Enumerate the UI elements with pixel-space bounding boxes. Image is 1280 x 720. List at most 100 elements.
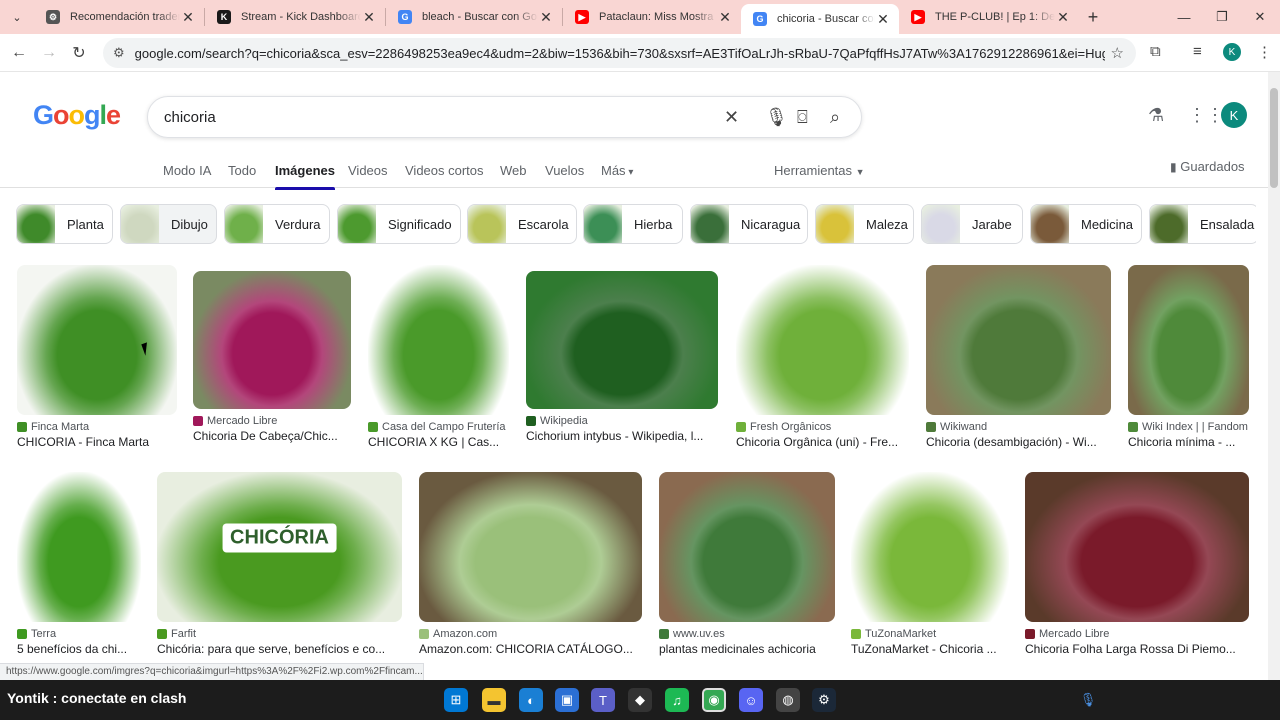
- store-icon[interactable]: ▣: [555, 688, 579, 712]
- windows-start-icon[interactable]: ⊞: [444, 688, 468, 712]
- teams-icon[interactable]: T: [591, 688, 615, 712]
- forward-arrow-icon[interactable]: →: [34, 38, 64, 68]
- result-title[interactable]: Chicoria Orgânica (uni) - Fre...: [736, 435, 909, 449]
- result-title[interactable]: Chicoria De Cabeça/Chic...: [193, 429, 351, 443]
- back-arrow-icon[interactable]: ←: [4, 38, 34, 68]
- apps-grid-icon[interactable]: ⋮⋮: [1188, 105, 1224, 126]
- result-source[interactable]: Mercado Libre: [193, 415, 351, 427]
- image-result-card[interactable]: Wikiwand Chicoria (desambigación) - Wi...: [926, 265, 1111, 449]
- close-tab-icon[interactable]: ✕: [875, 11, 891, 28]
- result-title[interactable]: Chicória: para que serve, benefícios e c…: [157, 642, 402, 656]
- browser-tab[interactable]: Gchicoria - Buscar con Goog✕: [741, 4, 899, 34]
- result-title[interactable]: CHICORIA X KG | Cas...: [368, 435, 509, 449]
- result-title[interactable]: Cichorium intybus - Wikipedia, l...: [526, 429, 718, 443]
- clear-search-icon[interactable]: ✕: [724, 107, 739, 128]
- nav-tab[interactable]: Más ▾: [601, 163, 633, 178]
- browser-menu-icon[interactable]: ⋮: [1257, 43, 1272, 61]
- image-result-card[interactable]: Wikipedia Cichorium intybus - Wikipedia, …: [526, 271, 718, 443]
- result-title[interactable]: Chicoria mínima - ...: [1128, 435, 1249, 449]
- related-chip[interactable]: Significado: [337, 204, 461, 244]
- result-thumbnail[interactable]: [1128, 265, 1249, 415]
- image-result-card[interactable]: Fresh Orgânicos Chicoria Orgânica (uni) -…: [736, 265, 909, 449]
- browser-tab[interactable]: K Stream - Kick Dashboard ✕: [205, 0, 385, 34]
- result-thumbnail[interactable]: [193, 271, 351, 409]
- result-thumbnail[interactable]: [17, 472, 141, 622]
- scrollbar-thumb[interactable]: [1270, 88, 1278, 188]
- result-title[interactable]: TuZonaMarket - Chicoria ...: [851, 642, 1009, 656]
- close-tab-icon[interactable]: ✕: [180, 9, 196, 26]
- new-tab-button[interactable]: +: [1079, 7, 1107, 28]
- image-result-card[interactable]: Mercado Libre Chicoria Folha Larga Rossa …: [1025, 472, 1249, 656]
- discord-icon[interactable]: ☺: [739, 688, 763, 712]
- minimize-icon[interactable]: —: [1165, 0, 1203, 34]
- close-window-icon[interactable]: ✕: [1241, 0, 1279, 34]
- edge-icon[interactable]: ◐: [519, 688, 543, 712]
- spotify-icon[interactable]: ♫: [665, 688, 689, 712]
- reload-icon[interactable]: ↻: [64, 38, 94, 68]
- result-thumbnail[interactable]: [659, 472, 835, 622]
- image-result-card[interactable]: Wiki Index | | Fandom Chicoria mínima - .…: [1128, 265, 1249, 449]
- nav-tab[interactable]: Web: [500, 163, 527, 178]
- image-result-card[interactable]: Mercado Libre Chicoria De Cabeça/Chic...: [193, 271, 351, 443]
- saved-button[interactable]: ▮ Guardados: [1170, 159, 1245, 174]
- browser-tab[interactable]: Gbleach - Buscar con Google✕: [386, 0, 562, 34]
- browser-tab[interactable]: ⚙ Recomendación trader pro✕: [34, 0, 204, 34]
- nav-tab[interactable]: Videos cortos: [405, 163, 484, 178]
- related-chip[interactable]: Planta: [16, 204, 113, 244]
- related-chip[interactable]: Verdura: [224, 204, 330, 244]
- related-chip[interactable]: Jarabe: [921, 204, 1023, 244]
- nav-tab[interactable]: Vuelos: [545, 163, 584, 178]
- voice-search-icon[interactable]: 🎙: [765, 107, 788, 128]
- google-logo[interactable]: Google: [33, 100, 121, 131]
- related-chip[interactable]: Dibujo: [120, 204, 217, 244]
- close-tab-icon[interactable]: ✕: [1055, 9, 1071, 26]
- result-thumbnail[interactable]: [1025, 472, 1249, 622]
- file-explorer-icon[interactable]: ▬: [482, 688, 506, 712]
- result-thumbnail[interactable]: [736, 265, 909, 415]
- result-title[interactable]: Chicoria (desambigación) - Wi...: [926, 435, 1111, 449]
- result-title[interactable]: CHICORIA - Finca Marta: [17, 435, 177, 449]
- browser-profile-avatar[interactable]: K: [1223, 43, 1241, 61]
- related-chip[interactable]: Nicaragua: [690, 204, 808, 244]
- app-icon[interactable]: ◆: [628, 688, 652, 712]
- image-result-card[interactable]: Amazon.com Amazon.com: CHICORIA CATÁLOGO.…: [419, 472, 642, 656]
- result-source[interactable]: Terra: [17, 628, 141, 640]
- page-scrollbar[interactable]: [1268, 72, 1280, 680]
- close-tab-icon[interactable]: ✕: [538, 9, 554, 26]
- related-chip[interactable]: Escarola: [467, 204, 577, 244]
- microphone-tray-icon[interactable]: 🎙: [1076, 688, 1100, 712]
- close-tab-icon[interactable]: ✕: [361, 9, 377, 26]
- result-thumbnail[interactable]: [851, 472, 1009, 622]
- result-source[interactable]: Fresh Orgânicos: [736, 421, 909, 433]
- result-title[interactable]: Amazon.com: CHICORIA CATÁLOGO...: [419, 642, 642, 656]
- result-thumbnail[interactable]: [17, 265, 177, 415]
- close-tab-icon[interactable]: ✕: [717, 9, 733, 26]
- labs-flask-icon[interactable]: ⚗: [1148, 105, 1164, 126]
- image-result-card[interactable]: Terra 5 benefícios da chi...: [17, 472, 141, 656]
- nav-tab[interactable]: Todo: [228, 163, 256, 178]
- site-info-icon[interactable]: ⚙: [113, 45, 125, 61]
- lens-search-icon[interactable]: ⌼: [797, 107, 808, 128]
- result-source[interactable]: Wikipedia: [526, 415, 718, 427]
- related-chip[interactable]: Hierba: [583, 204, 683, 244]
- result-thumbnail[interactable]: [419, 472, 642, 622]
- tab-search-chevron-icon[interactable]: ⌄: [0, 0, 34, 34]
- result-source[interactable]: Farfit: [157, 628, 402, 640]
- result-thumbnail[interactable]: [926, 265, 1111, 415]
- result-source[interactable]: Wiki Index | | Fandom: [1128, 421, 1249, 433]
- browser-tab[interactable]: ▶ THE P-CLUB! | Ep 1: Despl✕: [899, 0, 1079, 34]
- extensions-icon[interactable]: ⧉: [1150, 43, 1161, 60]
- related-chip[interactable]: Maleza: [815, 204, 914, 244]
- result-source[interactable]: Finca Marta: [17, 421, 177, 433]
- image-result-card[interactable]: Casa del Campo Frutería CHICORIA X KG | C…: [368, 265, 509, 449]
- result-source[interactable]: www.uv.es: [659, 628, 835, 640]
- result-title[interactable]: plantas medicinales achicoria: [659, 642, 835, 656]
- image-result-card[interactable]: www.uv.es plantas medicinales achicoria: [659, 472, 835, 656]
- related-chip[interactable]: Ensalada: [1149, 204, 1256, 244]
- media-control-icon[interactable]: ≡: [1193, 43, 1202, 60]
- result-title[interactable]: Chicoria Folha Larga Rossa Di Piemo...: [1025, 642, 1249, 656]
- result-source[interactable]: Wikiwand: [926, 421, 1111, 433]
- result-source[interactable]: Amazon.com: [419, 628, 642, 640]
- result-title[interactable]: 5 benefícios da chi...: [17, 642, 141, 656]
- related-chip[interactable]: Medicina: [1030, 204, 1142, 244]
